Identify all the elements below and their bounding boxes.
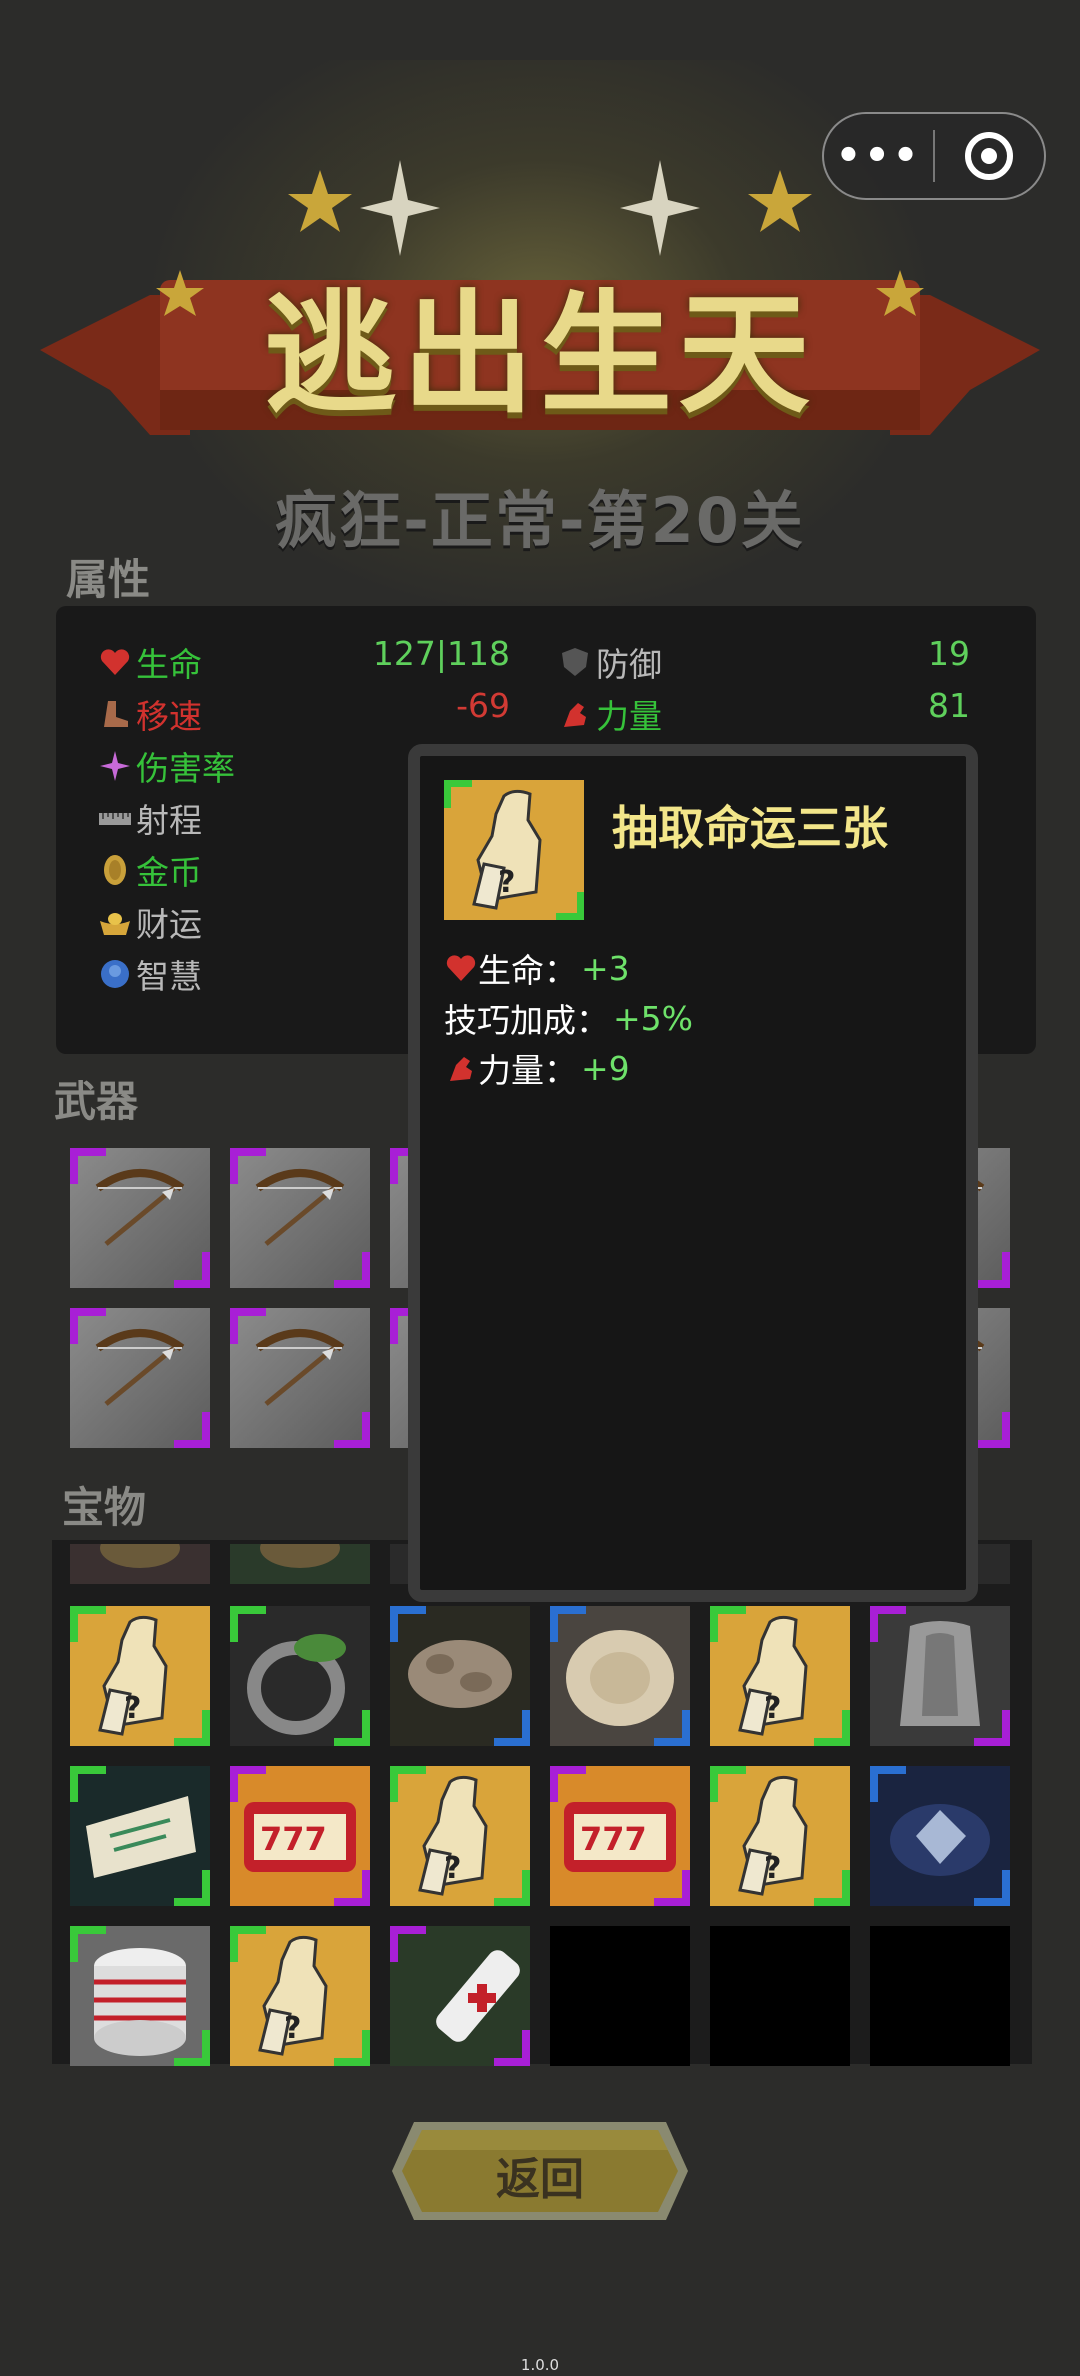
version-label: 1.0.0 [520, 2356, 560, 2374]
treasure-slot-empty [550, 1926, 690, 2066]
stat-strength-label: 力量 [596, 697, 662, 736]
treasures-heading: 宝物 [62, 1483, 147, 1532]
treasure-rock-cluster[interactable] [390, 1606, 530, 1746]
popup-line-life-value: +3 [581, 948, 630, 988]
gold-ingot-icon [100, 913, 130, 935]
stat-wisdom-label: 智慧 [136, 957, 202, 996]
popup-line-strength: 力量： +9 [444, 1044, 630, 1092]
weapon-slot-bow[interactable] [230, 1148, 370, 1288]
stat-defense-value: 19 [928, 634, 970, 673]
target-close-icon[interactable] [935, 132, 1044, 180]
level-subtitle: 疯狂-正常-第20关 [275, 484, 805, 557]
treasure-ice-crystal[interactable] [870, 1766, 1010, 1906]
treasure-slot-machine[interactable]: 777 [550, 1766, 690, 1906]
treasure-slot-partial [70, 1544, 210, 1584]
stat-strength-value: 81 [928, 686, 970, 725]
treasure-ticket[interactable] [70, 1766, 210, 1906]
gold-coin-icon [104, 855, 126, 885]
svg-text:777: 777 [580, 1820, 647, 1858]
treasure-slot-partial [230, 1544, 370, 1584]
brain-head-icon [101, 960, 129, 988]
weapon-slot-bow[interactable] [230, 1308, 370, 1448]
svg-text:?: ? [764, 1691, 781, 1726]
game-title: 逃出生天 [264, 278, 816, 432]
treasure-fate-card-hand[interactable]: ? [710, 1606, 850, 1746]
stat-move-speed-label: 移速 [136, 697, 202, 736]
svg-text:?: ? [284, 2011, 301, 2046]
stat-move-speed-value: -69 [456, 686, 510, 725]
heart-icon [446, 955, 476, 981]
stat-move-speed: 移速 [98, 690, 202, 738]
svg-text:777: 777 [260, 1820, 327, 1858]
stat-defense-label: 防御 [596, 645, 662, 684]
svg-text:?: ? [124, 1691, 141, 1726]
treasure-fate-card-hand[interactable]: ? [710, 1766, 850, 1906]
heart-icon [100, 649, 130, 675]
popup-line-life-label: 生命： [478, 951, 577, 990]
treasure-slot-empty [710, 1926, 850, 2066]
stat-range-label: 射程 [136, 801, 202, 840]
treasure-clay-blob[interactable] [550, 1606, 690, 1746]
treasure-fate-card-hand[interactable]: ? [390, 1766, 530, 1906]
popup-line-skill-label: 技巧加成： [444, 1001, 609, 1040]
stat-strength: 力量 [558, 690, 662, 738]
treasure-fate-card-hand[interactable]: ? [230, 1926, 370, 2066]
ruler-icon [99, 813, 131, 825]
svg-text:?: ? [444, 1851, 461, 1886]
svg-text:?: ? [498, 865, 515, 900]
stat-life-value: 127|118 [372, 634, 510, 673]
item-detail-popup: ? 抽取命运三张 生命： +3 技巧加成： +5% 力量： +9 [408, 744, 978, 1602]
treasure-hooded-cloth[interactable] [870, 1606, 1010, 1746]
stat-wisdom: 智慧 [98, 950, 202, 998]
stat-damage-rate: 伤害率 [98, 742, 235, 790]
stat-defense: 防御 [558, 638, 662, 686]
stat-gold: 金币 [98, 846, 202, 894]
popup-line-strength-label: 力量： [478, 1051, 577, 1090]
weapon-slot-bow[interactable] [70, 1148, 210, 1288]
weapons-heading: 武器 [54, 1077, 139, 1126]
stat-gold-label: 金币 [136, 853, 202, 892]
sparkle-icon [100, 751, 130, 781]
popup-line-skill-value: +5% [613, 998, 694, 1038]
fate-card-hand-icon: ? [444, 780, 584, 920]
stat-range: 射程 [98, 794, 202, 842]
treasure-medicine-spray[interactable] [390, 1926, 530, 2066]
shield-icon [562, 648, 588, 676]
stat-life: 生命 [98, 638, 202, 686]
muscle-arm-icon [564, 703, 586, 727]
treasure-leaf-ring[interactable] [230, 1606, 370, 1746]
popup-title: 抽取命运三张 [612, 801, 888, 855]
stat-damage-rate-label: 伤害率 [136, 749, 235, 788]
attributes-heading: 属性 [66, 555, 151, 604]
back-button-label: 返回 [496, 2154, 584, 2205]
popup-line-life: 生命： +3 [444, 944, 630, 992]
popup-line-strength-value: +9 [581, 1048, 630, 1088]
stat-luck-label: 财运 [136, 905, 202, 944]
boot-icon [104, 701, 128, 727]
muscle-arm-icon [450, 1057, 472, 1081]
stat-life-label: 生命 [136, 645, 202, 684]
treasure-slot-machine[interactable]: 777 [230, 1766, 370, 1906]
stat-luck: 财运 [98, 898, 202, 946]
weapon-slot-bow[interactable] [70, 1308, 210, 1448]
svg-text:?: ? [764, 1851, 781, 1886]
treasure-poker-chips[interactable] [70, 1926, 210, 2066]
treasure-slot-empty [870, 1926, 1010, 2066]
popup-line-skill: 技巧加成： +5% [444, 994, 693, 1042]
treasure-fate-card-hand[interactable]: ? [70, 1606, 210, 1746]
